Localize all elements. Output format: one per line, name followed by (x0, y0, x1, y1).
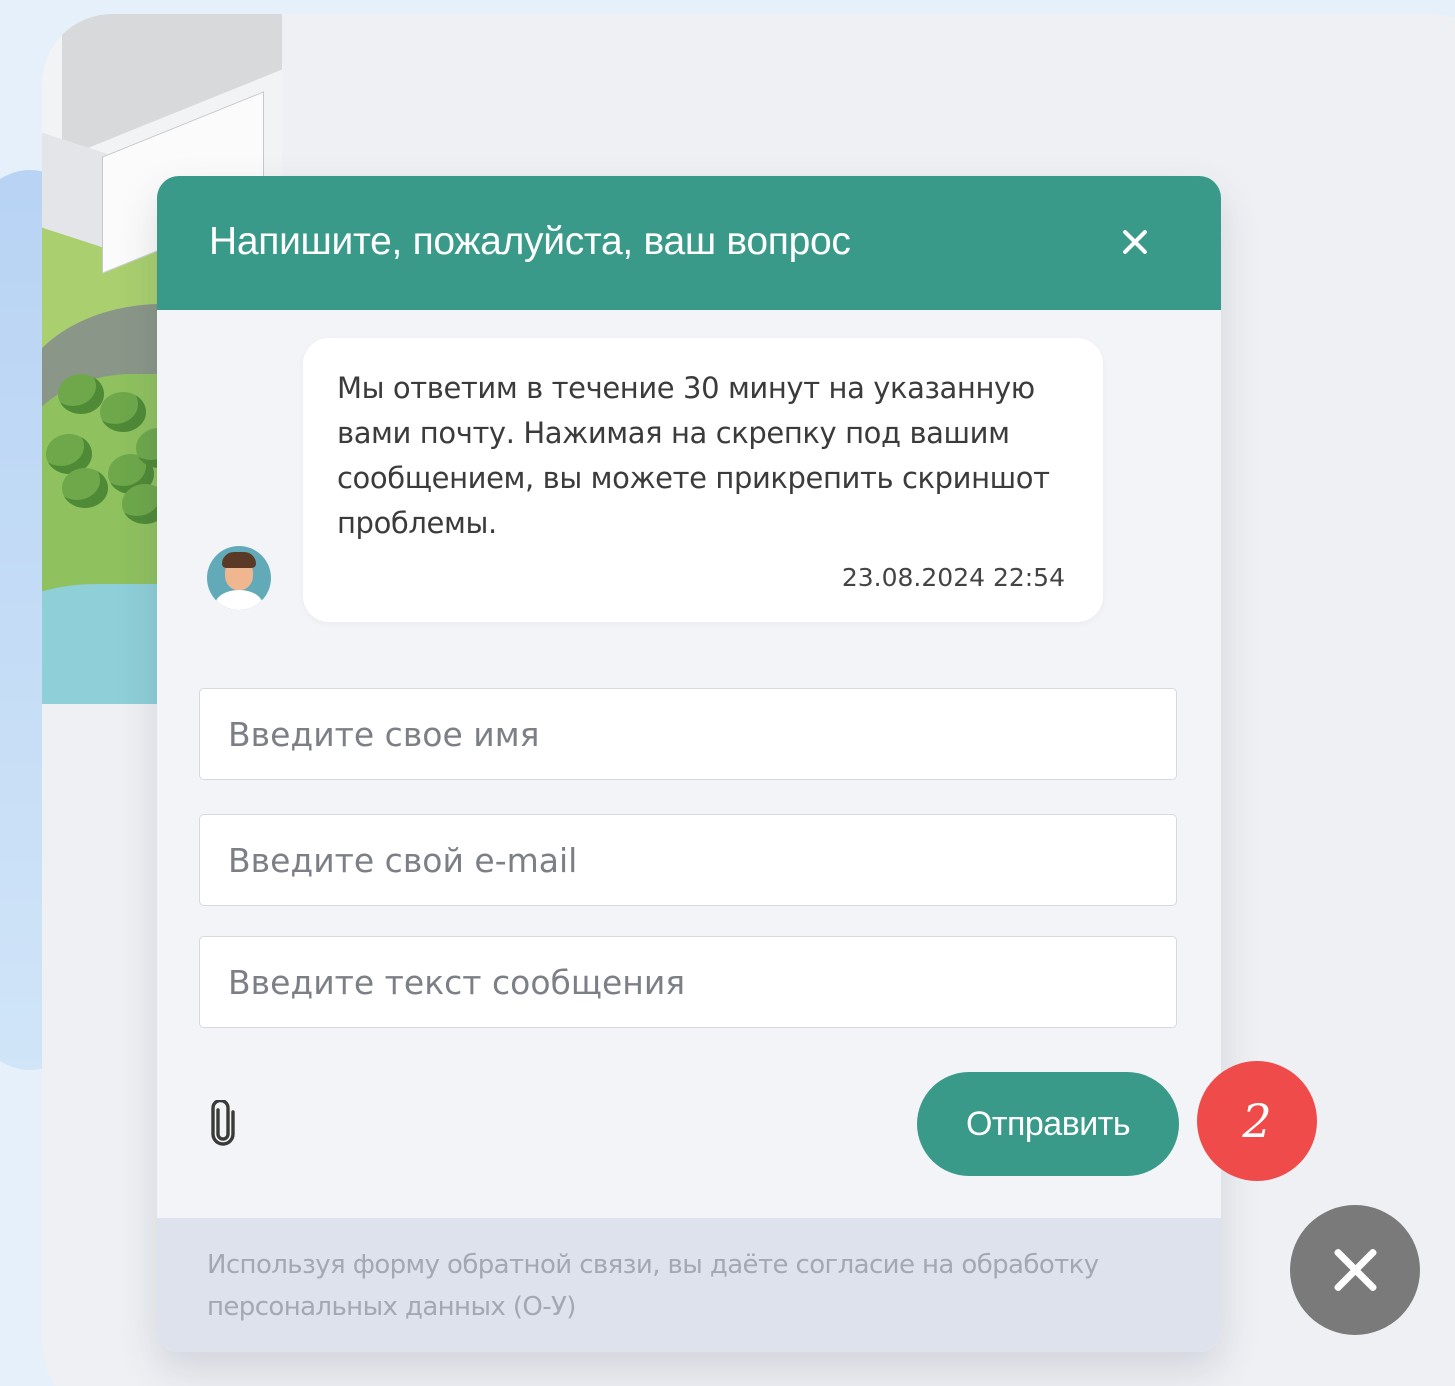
message-timestamp: 23.08.2024 22:54 (841, 563, 1065, 592)
support-agent-avatar (207, 546, 271, 610)
message-bubble: Мы ответим в течение 30 минут на указанн… (303, 338, 1103, 622)
tree-icon (100, 392, 146, 432)
dialog-body: Мы ответим в течение 30 минут на указанн… (157, 310, 1221, 1218)
send-button[interactable]: Отправить (917, 1072, 1179, 1176)
message-field (199, 936, 1177, 1028)
dialog-footer: Используя форму обратной связи, вы даёте… (157, 1218, 1221, 1352)
message-input[interactable] (200, 937, 1176, 1027)
email-field (199, 814, 1177, 906)
email-input[interactable] (200, 815, 1176, 905)
dialog-header: Напишите, пожалуйста, ваш вопрос (157, 176, 1221, 310)
feedback-dialog: Напишите, пожалуйста, ваш вопрос Мы отве… (157, 176, 1221, 1352)
tree-icon (62, 468, 108, 508)
consent-text: Используя форму обратной связи, вы даёте… (207, 1250, 1099, 1322)
dialog-title: Напишите, пожалуйста, ваш вопрос (209, 220, 851, 263)
screenshot-frame: Напишите, пожалуйста, ваш вопрос Мы отве… (0, 0, 1455, 1386)
paperclip-icon[interactable] (209, 1100, 237, 1146)
name-input[interactable] (200, 689, 1176, 779)
tree-icon (58, 374, 104, 414)
message-text: Мы ответим в течение 30 минут на указанн… (337, 371, 1050, 540)
widget-close-button[interactable] (1290, 1205, 1420, 1335)
close-icon[interactable] (1117, 224, 1153, 260)
step-badge: 2 (1197, 1061, 1317, 1181)
name-field (199, 688, 1177, 780)
